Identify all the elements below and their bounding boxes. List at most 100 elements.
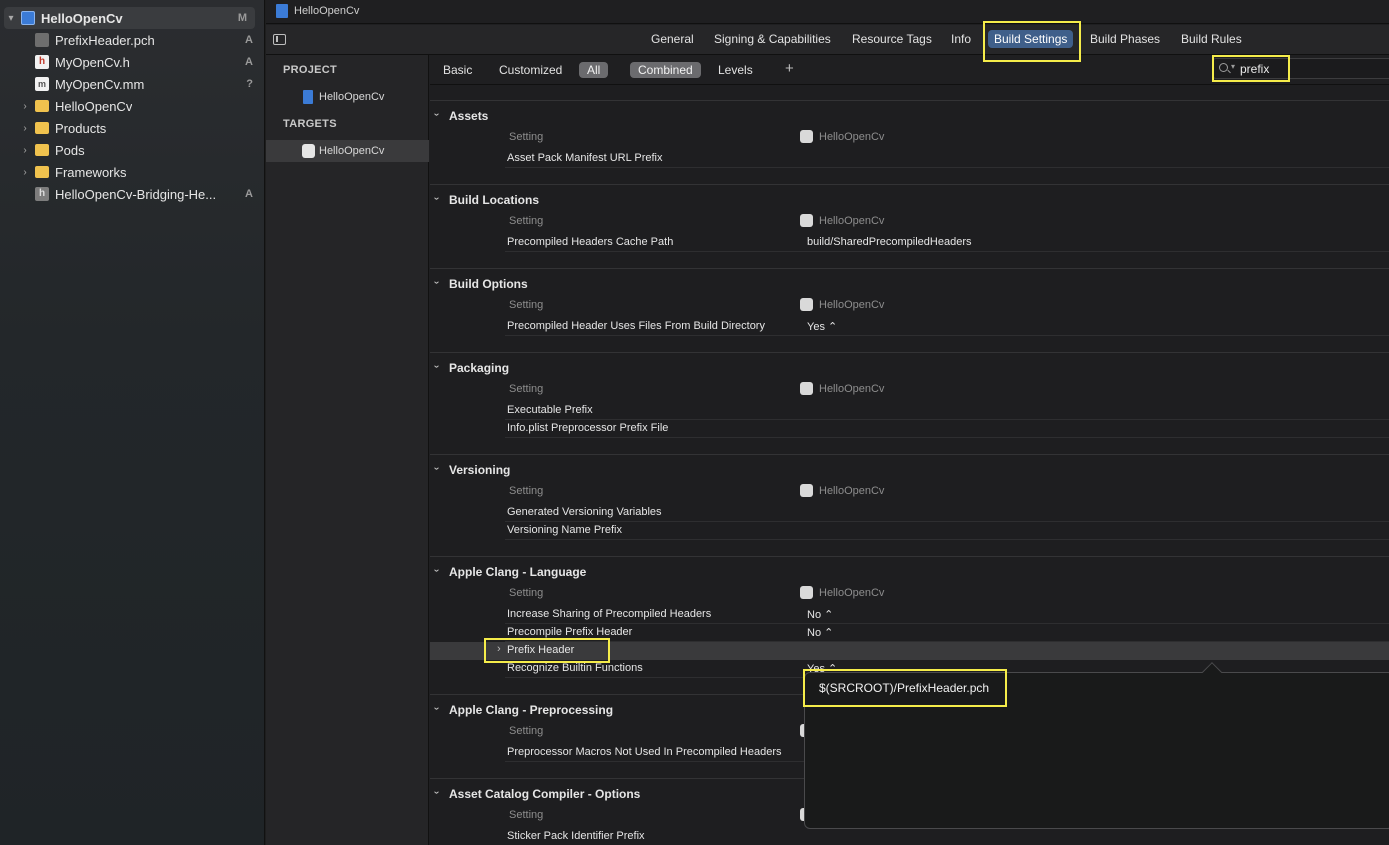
nav-item-folder-frameworks[interactable]: › Frameworks [0,161,265,183]
chevron-right-icon[interactable]: › [20,145,30,156]
chevron-down-icon[interactable]: › [431,569,442,572]
setting-name: Asset Pack Manifest URL Prefix [507,152,663,164]
section-divider [430,268,1389,269]
target-icon [800,298,813,311]
setting-row[interactable]: Precompiled Headers Cache Path build/Sha… [430,234,1389,252]
section-header[interactable]: › Packaging [430,360,1389,378]
target-icon [800,484,813,497]
setting-row[interactable]: Precompile Prefix Header No ⌃ [430,624,1389,642]
column-header: Setting HelloOpenCv [430,484,1389,500]
tab-general[interactable]: General [651,32,694,46]
setting-name: Recognize Builtin Functions [507,662,643,674]
filter-customized-button[interactable]: Customized [499,63,562,77]
sidebar-toggle-icon[interactable] [273,34,286,45]
chevron-right-icon[interactable]: › [20,123,30,134]
section-header[interactable]: › Versioning [430,462,1389,480]
status-badge: ? [246,78,253,90]
add-setting-button[interactable]: + [785,60,794,77]
setting-name: Preprocessor Macros Not Used In Precompi… [507,746,782,758]
setting-value[interactable]: build/SharedPrecompiledHeaders [807,236,971,248]
section-header[interactable]: › Build Options [430,276,1389,294]
nav-item-label: Products [55,120,107,136]
chevron-right-icon[interactable]: › [497,643,501,655]
setting-name: Info.plist Preprocessor Prefix File [507,422,669,434]
chevron-down-icon[interactable]: › [431,197,442,200]
column-header: Setting HelloOpenCv [430,130,1389,146]
nav-item-folder-pods[interactable]: › Pods [0,139,265,161]
section-title: Build Options [449,277,528,291]
section-header[interactable]: › Build Locations [430,192,1389,210]
filter-basic-button[interactable]: Basic [443,63,472,77]
objc-file-icon: m [35,77,49,91]
setting-row[interactable]: Generated Versioning Variables [430,504,1389,522]
search-input-value[interactable]: prefix [1240,62,1269,76]
setting-row[interactable]: Info.plist Preprocessor Prefix File [430,420,1389,438]
tab-signing-capabilities[interactable]: Signing & Capabilities [714,32,831,46]
setting-row[interactable]: Increase Sharing of Precompiled Headers … [430,606,1389,624]
setting-value[interactable]: No ⌃ [807,608,833,621]
target-icon [800,382,813,395]
chevron-down-icon[interactable]: › [431,365,442,368]
setting-row-prefix-header[interactable]: › Prefix Header [430,642,1389,660]
column-header: Setting HelloOpenCv [430,214,1389,230]
nav-item-label: MyOpenCv.mm [55,76,145,92]
filter-bar: Basic Customized All Combined Levels + ▾… [430,55,1389,85]
filter-levels-button[interactable]: Levels [718,63,753,77]
nav-item-project[interactable]: ▾ HelloOpenCv M [4,7,255,29]
setting-value[interactable]: Yes ⌃ [807,320,837,333]
project-item[interactable]: HelloOpenCv [266,86,429,108]
setting-column-label: Setting [509,215,544,227]
section-divider [430,184,1389,185]
jump-bar-title[interactable]: HelloOpenCv [294,5,359,17]
project-icon [303,90,313,104]
section-divider [430,454,1389,455]
setting-row[interactable]: Asset Pack Manifest URL Prefix [430,150,1389,168]
nav-item-myopencv-h[interactable]: h MyOpenCv.h A [0,51,265,73]
nav-item-label: HelloOpenCv [55,98,133,114]
value-editor-popover[interactable]: $(SRCROOT)/PrefixHeader.pch [804,662,1389,829]
target-icon [800,214,813,227]
chevron-right-icon[interactable]: › [20,167,30,178]
nav-item-myopencv-mm[interactable]: m MyOpenCv.mm ? [0,73,265,95]
tab-build-settings[interactable]: Build Settings [988,30,1074,48]
setting-row[interactable]: Precompiled Header Uses Files From Build… [430,318,1389,336]
nav-item-folder-products[interactable]: › Products [0,117,265,139]
section-title: Asset Catalog Compiler - Options [449,787,641,801]
filter-combined-button[interactable]: Combined [630,62,701,78]
status-badge: M [237,12,247,24]
chevron-down-icon[interactable]: › [431,113,442,116]
section-header[interactable]: › Assets [430,108,1389,126]
tab-build-phases[interactable]: Build Phases [1090,32,1160,46]
search-field[interactable]: ▾ prefix [1212,58,1389,79]
target-column-label: HelloOpenCv [819,587,885,599]
tab-resource-tags[interactable]: Resource Tags [852,32,932,46]
section-header[interactable]: › Apple Clang - Language [430,564,1389,582]
setting-name: Precompiled Header Uses Files From Build… [507,320,765,332]
section-title: Versioning [449,463,511,477]
setting-row[interactable]: Executable Prefix [430,402,1389,420]
nav-item-label: Pods [55,142,85,158]
setting-row[interactable]: Versioning Name Prefix [430,522,1389,540]
chevron-down-icon[interactable]: ▾ [6,13,16,24]
nav-item-bridging-header[interactable]: h HelloOpenCv-Bridging-He... A [0,183,265,205]
project-section-header: PROJECT [283,64,338,76]
nav-item-folder-helloopencv[interactable]: › HelloOpenCv [0,95,265,117]
setting-value[interactable]: No ⌃ [807,626,833,639]
setting-row[interactable]: Sticker Pack Identifier Prefix [430,828,1389,845]
nav-item-prefixheader[interactable]: PrefixHeader.pch A [0,29,265,51]
chevron-down-icon[interactable]: › [431,467,442,470]
setting-column-label: Setting [509,299,544,311]
tab-info[interactable]: Info [951,32,971,46]
search-icon [1219,63,1228,72]
target-item-label: HelloOpenCv [319,145,385,157]
prefix-header-value[interactable]: $(SRCROOT)/PrefixHeader.pch [819,681,989,695]
filter-all-button[interactable]: All [579,62,609,78]
target-item[interactable]: HelloOpenCv [266,140,429,162]
chevron-right-icon[interactable]: › [20,101,30,112]
tab-build-rules[interactable]: Build Rules [1181,32,1242,46]
targets-list: PROJECT HelloOpenCv TARGETS HelloOpenCv [266,55,429,845]
chevron-down-icon: ▾ [1231,62,1236,71]
chevron-down-icon[interactable]: › [431,791,442,794]
chevron-down-icon[interactable]: › [431,281,442,284]
chevron-down-icon[interactable]: › [431,707,442,710]
